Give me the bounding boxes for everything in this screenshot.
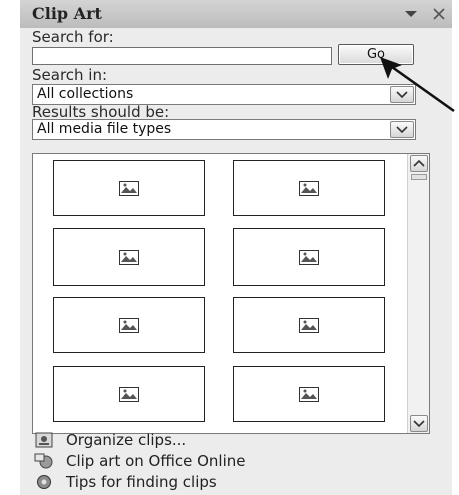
clip-art-online-link[interactable]: Clip art on Office Online [34,452,246,470]
broken-image-icon [299,318,319,333]
clip-thumbnail[interactable] [233,297,385,353]
help-tips-icon [37,475,51,489]
tips-for-finding-clips-link[interactable]: Tips for finding clips [34,473,217,491]
office-online-icon [34,453,53,469]
clip-thumbnail[interactable] [53,228,205,286]
organize-clips-link[interactable]: Organize clips... [34,431,186,449]
results-type-value: All media file types [37,121,172,137]
triangle-down-icon[interactable] [403,6,419,22]
organize-clips-label: Organize clips... [66,431,187,449]
broken-image-icon [299,181,319,196]
mouse-pointer-icon [380,57,455,113]
close-icon[interactable] [431,6,447,22]
organizer-icon [35,432,53,448]
broken-image-icon [299,250,319,265]
clip-thumbnail[interactable] [233,160,385,216]
chevron-down-icon [413,420,425,428]
results-panel[interactable] [32,153,430,434]
results-scrollbar[interactable] [407,154,429,433]
search-in-value: All collections [37,86,134,102]
clip-art-online-label: Clip art on Office Online [66,452,246,470]
clip-thumbnail[interactable] [53,160,205,216]
task-pane-title-bar: Clip Art [20,0,452,28]
scroll-up-button[interactable] [410,155,428,172]
results-type-dropdown-button[interactable] [390,121,414,138]
search-in-label: Search in: [32,66,108,84]
chevron-down-icon [396,126,408,134]
scroll-down-button[interactable] [410,415,428,432]
search-for-label: Search for: [32,28,114,46]
broken-image-icon [119,318,139,333]
clip-thumbnail[interactable] [233,366,385,422]
search-in-select[interactable]: All collections [32,84,416,105]
broken-image-icon [119,387,139,402]
search-input[interactable] [32,47,332,65]
results-type-select[interactable]: All media file types [32,119,416,140]
clip-thumbnail[interactable] [53,297,205,353]
clip-thumbnail[interactable] [53,366,205,422]
broken-image-icon [119,181,139,196]
broken-image-icon [299,387,319,402]
task-pane-title: Clip Art [32,4,102,23]
clip-thumbnail[interactable] [233,228,385,286]
scroll-thumb[interactable] [411,174,427,180]
chevron-up-icon [413,159,425,167]
tips-for-finding-clips-label: Tips for finding clips [66,473,217,491]
broken-image-icon [119,250,139,265]
